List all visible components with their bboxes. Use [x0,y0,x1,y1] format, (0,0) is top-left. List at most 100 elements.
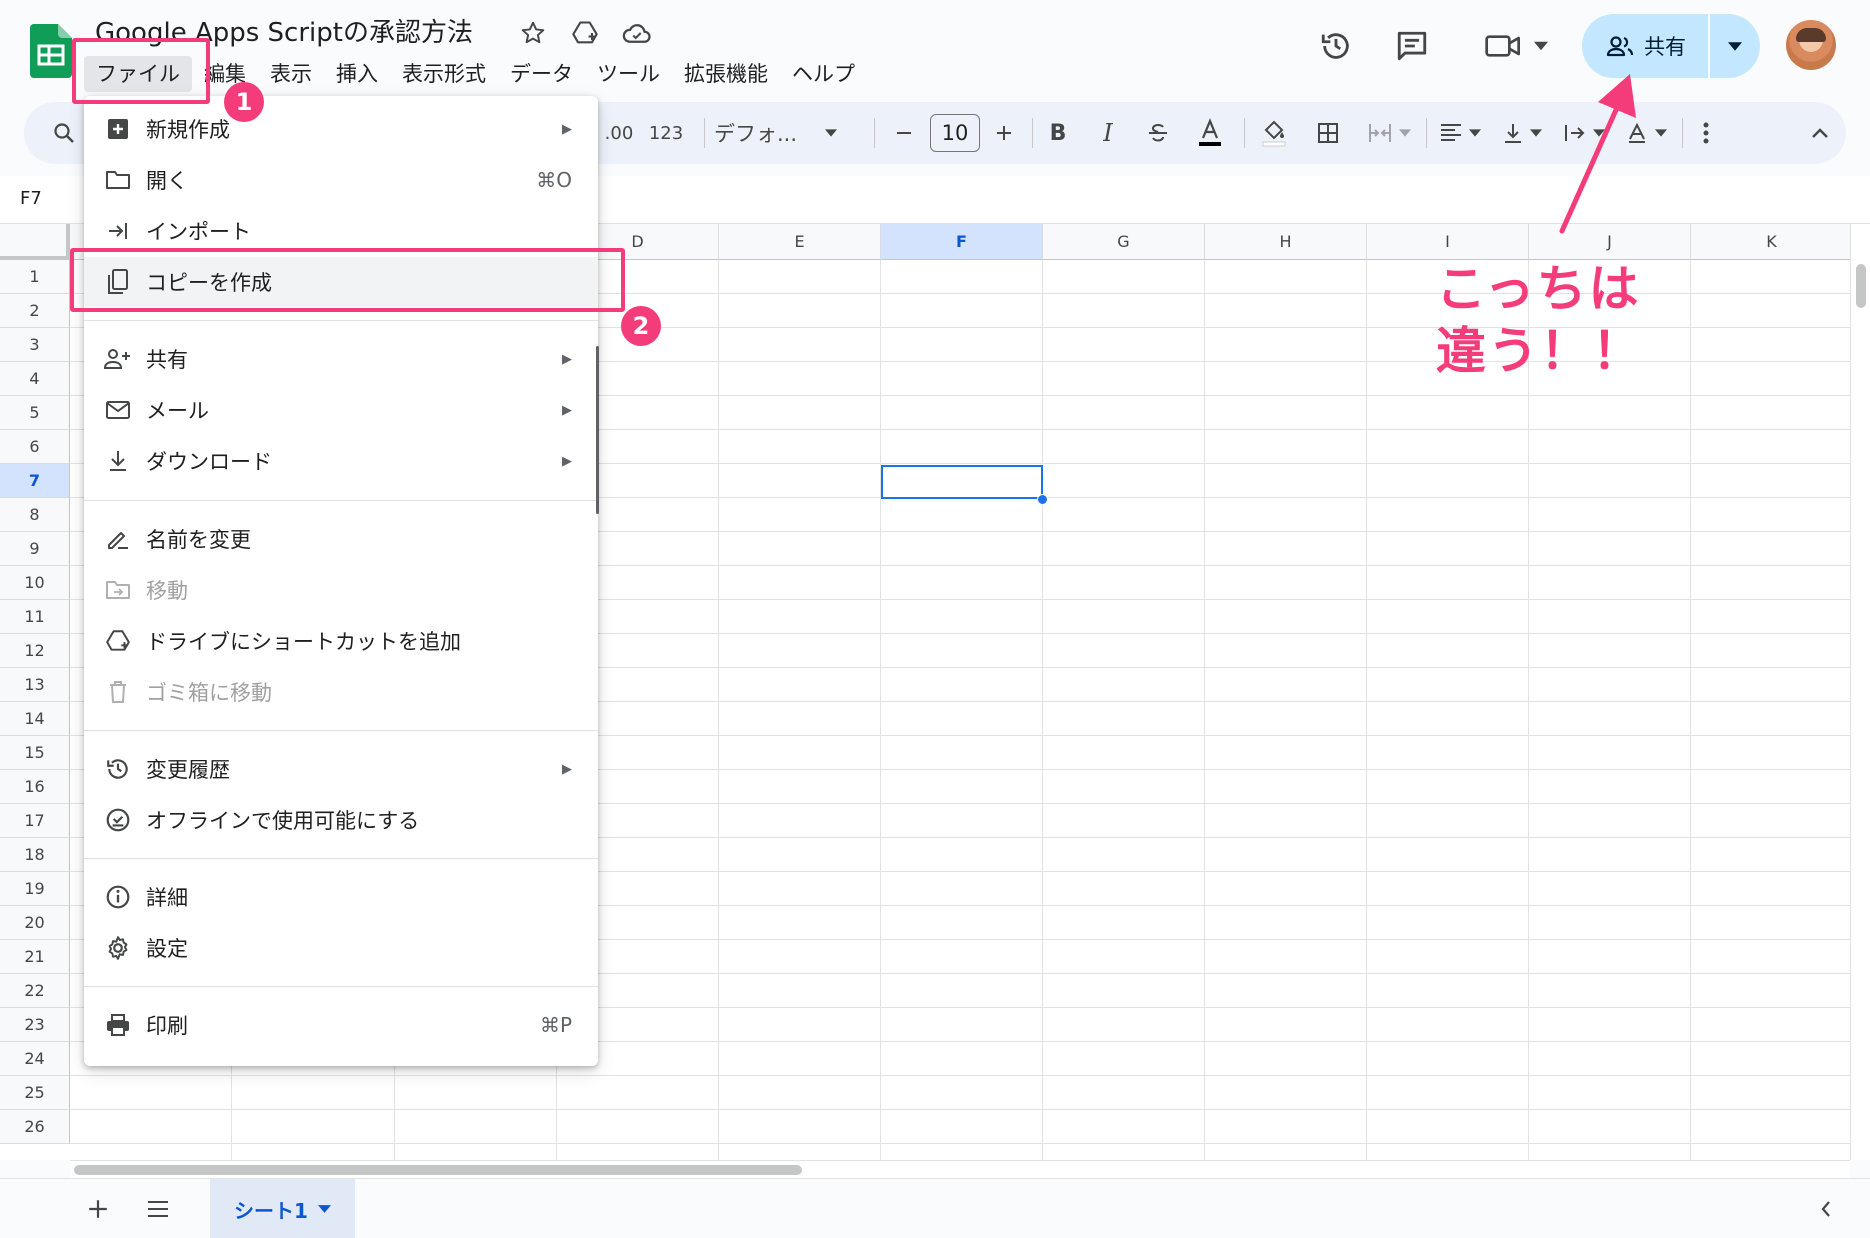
file-menu-offline[interactable]: オフラインで使用可能にする [84,795,598,845]
row-header-8[interactable]: 8 [0,498,70,532]
font-size-decrease-button[interactable] [882,102,926,164]
row-header-6[interactable]: 6 [0,430,70,464]
star-icon[interactable] [516,16,550,50]
row-header-7[interactable]: 7 [0,464,70,498]
sheets-logo-icon[interactable] [30,24,72,78]
grid-row-line [70,1075,1850,1076]
submenu-arrow-icon: ▶ [562,453,572,469]
comments-button[interactable] [1384,18,1440,74]
column-header-k[interactable]: K [1691,224,1850,260]
row-header-23[interactable]: 23 [0,1008,70,1042]
row-header-13[interactable]: 13 [0,668,70,702]
menu-search-icon[interactable] [44,102,84,164]
row-header-11[interactable]: 11 [0,600,70,634]
file-menu-version-history[interactable]: 変更履歴 ▶ [84,744,598,794]
name-box[interactable]: F7 [20,188,42,209]
horizontal-scrollbar[interactable] [70,1160,1850,1178]
menu-format[interactable]: 表示形式 [390,56,498,92]
toolbar-divider [1032,118,1033,148]
row-header-20[interactable]: 20 [0,906,70,940]
row-header-16[interactable]: 16 [0,770,70,804]
add-sheet-icon[interactable] [78,1179,118,1238]
toolbar-divider [1682,118,1683,148]
font-size-input[interactable]: 10 [930,114,980,152]
row-header-4[interactable]: 4 [0,362,70,396]
column-header-g[interactable]: G [1043,224,1205,260]
menu-insert[interactable]: 挿入 [324,56,390,92]
row-header-14[interactable]: 14 [0,702,70,736]
row-header-25[interactable]: 25 [0,1076,70,1110]
vertical-scroll-thumb[interactable] [1856,264,1866,308]
file-menu-add-shortcut[interactable]: ドライブにショートカットを追加 [84,616,598,666]
row-header-18[interactable]: 18 [0,838,70,872]
comment-icon [1397,31,1427,61]
borders-icon[interactable] [1306,102,1350,164]
more-vert-icon[interactable] [1688,102,1724,164]
italic-icon[interactable]: I [1086,102,1130,164]
select-all-corner[interactable] [0,224,70,260]
row-header-24[interactable]: 24 [0,1042,70,1076]
row-header-3[interactable]: 3 [0,328,70,362]
row-header-12[interactable]: 12 [0,634,70,668]
all-sheets-icon[interactable] [138,1179,178,1238]
file-menu-email[interactable]: メール ▶ [84,385,598,435]
bold-icon[interactable]: B [1036,102,1080,164]
column-header-i[interactable]: I [1367,224,1529,260]
file-menu-details[interactable]: 詳細 [84,872,598,922]
chevron-down-icon [317,1205,331,1213]
account-avatar[interactable] [1786,20,1836,70]
row-header-15[interactable]: 15 [0,736,70,770]
merge-cells-icon[interactable] [1358,102,1420,164]
explore-collapse-icon[interactable] [1808,1179,1844,1238]
vertical-scrollbar[interactable] [1850,224,1870,1160]
file-menu-share[interactable]: 共有 ▶ [84,334,598,384]
more-formats-button[interactable]: 123 [638,102,694,164]
menu-data[interactable]: データ [498,56,585,92]
font-size-increase-button[interactable] [982,102,1026,164]
column-header-h[interactable]: H [1205,224,1367,260]
collapse-toolbar-icon[interactable] [1798,102,1842,164]
text-color-icon[interactable] [1188,102,1232,164]
annotation-arrow [1559,74,1636,234]
column-header-e[interactable]: E [719,224,881,260]
file-menu-open[interactable]: 開く ⌘O [84,155,598,205]
horizontal-scroll-thumb[interactable] [74,1165,802,1175]
chevron-down-icon [825,129,838,137]
row-header-9[interactable]: 9 [0,532,70,566]
row-header-26[interactable]: 26 [0,1110,70,1144]
row-header-1[interactable]: 1 [0,260,70,294]
file-menu-rename[interactable]: 名前を変更 [84,514,598,564]
move-folder-icon [104,576,132,604]
column-header-f[interactable]: F [881,224,1043,260]
menu-view[interactable]: 表示 [258,56,324,92]
file-menu-settings[interactable]: 設定 [84,923,598,973]
selected-cell-f7[interactable] [881,465,1043,499]
strikethrough-icon[interactable] [1136,102,1180,164]
decimal-increase-button[interactable]: .00 [594,102,644,164]
horizontal-align-icon[interactable] [1432,102,1488,164]
cloud-saved-icon[interactable] [620,16,654,50]
menu-help[interactable]: ヘルプ [780,56,867,92]
row-header-17[interactable]: 17 [0,804,70,838]
menu-extensions[interactable]: 拡張機能 [672,56,780,92]
move-to-drive-icon[interactable] [568,16,602,50]
font-family-select[interactable]: デフォ... [714,102,864,164]
fill-handle[interactable] [1037,494,1048,505]
menu-tools[interactable]: ツール [585,56,672,92]
row-header-5[interactable]: 5 [0,396,70,430]
sheet-tab[interactable]: シート1 [210,1179,355,1238]
row-header-22[interactable]: 22 [0,974,70,1008]
version-history-button[interactable] [1308,18,1364,74]
file-menu-dropdown: 新規作成 ▶ 開く ⌘O インポート コピーを作成 共有 ▶ メール ▶ ダウン… [84,96,598,1066]
row-header-21[interactable]: 21 [0,940,70,974]
info-icon [104,883,132,911]
row-header-19[interactable]: 19 [0,872,70,906]
file-menu-print[interactable]: 印刷 ⌘P [84,1000,598,1050]
row-header-10[interactable]: 10 [0,566,70,600]
file-menu-download[interactable]: ダウンロード ▶ [84,436,598,486]
file-menu-new[interactable]: 新規作成 ▶ [84,104,598,154]
row-header-2[interactable]: 2 [0,294,70,328]
share-options-button[interactable] [1710,14,1760,78]
fill-color-icon[interactable] [1252,102,1296,164]
annotation-step-2: 2 [621,306,661,346]
